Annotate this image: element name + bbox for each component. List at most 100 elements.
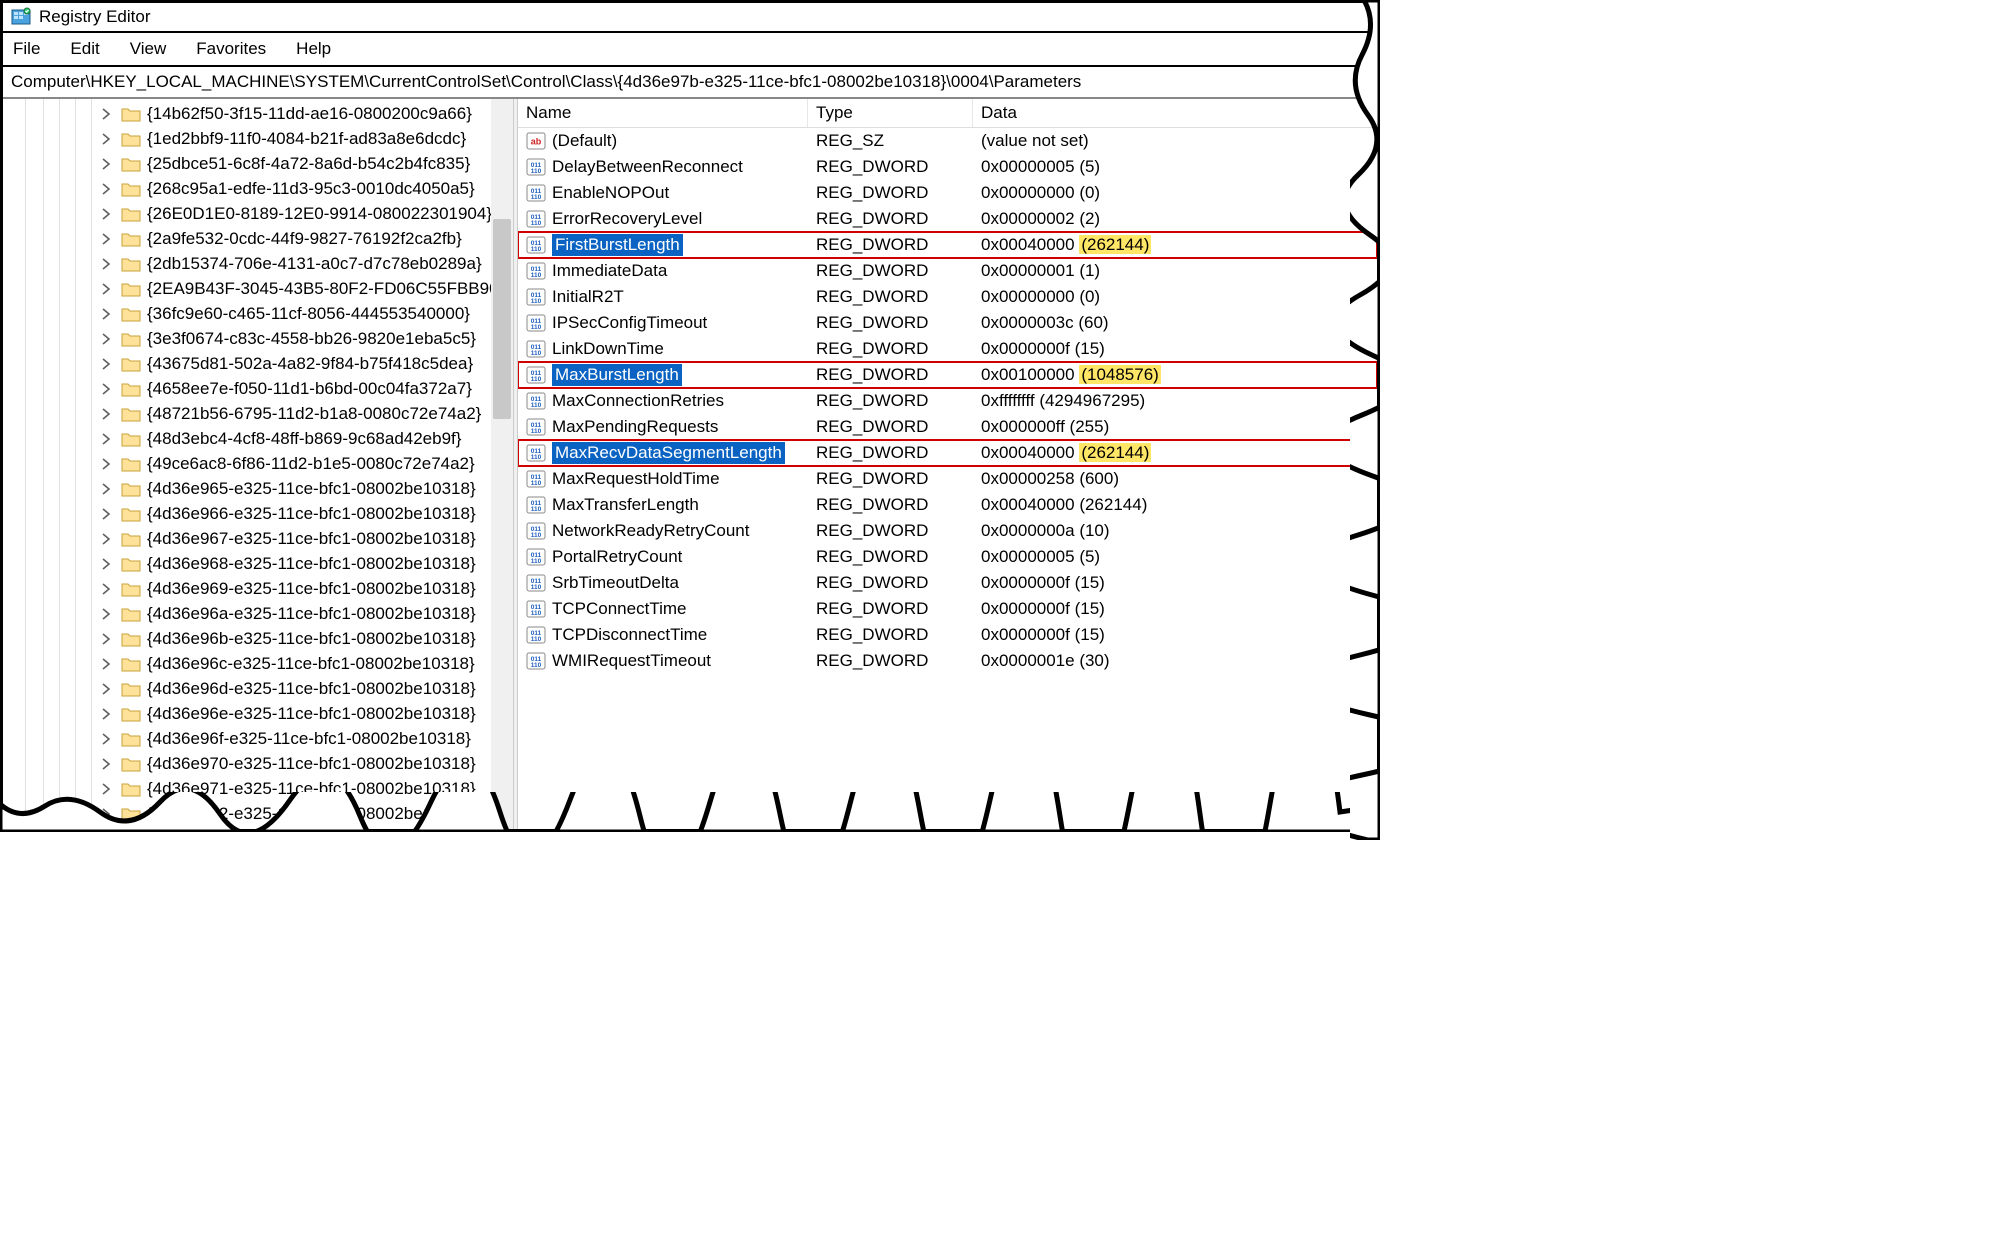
value-row[interactable]: EnableNOPOutREG_DWORD0x00000000 (0) bbox=[518, 180, 1377, 206]
tree-item[interactable]: {4d36e96a-e325-11ce-bfc1-08002be10318} bbox=[3, 601, 513, 626]
tree-item[interactable]: {4d36e96e-e325-11ce-bfc1-08002be10318} bbox=[3, 701, 513, 726]
chevron-right-icon[interactable] bbox=[99, 107, 113, 121]
tree-item-label: {3e3f0674-c83c-4558-bb26-9820e1eba5c5} bbox=[147, 329, 476, 349]
value-type: REG_DWORD bbox=[808, 337, 973, 361]
chevron-right-icon[interactable] bbox=[99, 707, 113, 721]
value-data: 0x00040000 (262144) bbox=[973, 441, 1377, 465]
value-row[interactable]: MaxRequestHoldTimeREG_DWORD0x00000258 (6… bbox=[518, 466, 1377, 492]
chevron-right-icon[interactable] bbox=[99, 657, 113, 671]
chevron-right-icon[interactable] bbox=[99, 807, 113, 821]
chevron-right-icon[interactable] bbox=[99, 182, 113, 196]
value-row[interactable]: ImmediateDataREG_DWORD0x00000001 (1) bbox=[518, 258, 1377, 284]
menu-edit[interactable]: Edit bbox=[66, 37, 103, 61]
menu-view[interactable]: View bbox=[126, 37, 171, 61]
tree-item[interactable]: {4d36e966-e325-11ce-bfc1-08002be10318} bbox=[3, 501, 513, 526]
chevron-right-icon[interactable] bbox=[99, 132, 113, 146]
chevron-right-icon[interactable] bbox=[99, 232, 113, 246]
tree-item[interactable]: {4d36e969-e325-11ce-bfc1-08002be10318} bbox=[3, 576, 513, 601]
tree-item[interactable]: {25dbce51-6c8f-4a72-8a6d-b54c2b4fc835} bbox=[3, 151, 513, 176]
chevron-right-icon[interactable] bbox=[99, 532, 113, 546]
chevron-right-icon[interactable] bbox=[99, 307, 113, 321]
value-row[interactable]: ErrorRecoveryLevelREG_DWORD0x00000002 (2… bbox=[518, 206, 1377, 232]
chevron-right-icon[interactable] bbox=[99, 732, 113, 746]
menu-file[interactable]: File bbox=[9, 37, 44, 61]
value-row[interactable]: MaxTransferLengthREG_DWORD0x00040000 (26… bbox=[518, 492, 1377, 518]
value-row[interactable]: InitialR2TREG_DWORD0x00000000 (0) bbox=[518, 284, 1377, 310]
tree-item[interactable]: {4d36e970-e325-11ce-bfc1-08002be10318} bbox=[3, 751, 513, 776]
tree-item[interactable]: {2EA9B43F-3045-43B5-80F2-FD06C55FBB90} bbox=[3, 276, 513, 301]
tree-item[interactable]: {4658ee7e-f050-11d1-b6bd-00c04fa372a7} bbox=[3, 376, 513, 401]
value-row[interactable]: WMIRequestTimeoutREG_DWORD0x0000001e (30… bbox=[518, 648, 1377, 674]
chevron-right-icon[interactable] bbox=[99, 257, 113, 271]
tree-scrollbar[interactable] bbox=[491, 99, 513, 829]
menu-favorites[interactable]: Favorites bbox=[192, 37, 270, 61]
chevron-right-icon[interactable] bbox=[99, 632, 113, 646]
value-row[interactable]: LinkDownTimeREG_DWORD0x0000000f (15) bbox=[518, 336, 1377, 362]
menu-help[interactable]: Help bbox=[292, 37, 335, 61]
chevron-right-icon[interactable] bbox=[99, 432, 113, 446]
value-row[interactable]: MaxRecvDataSegmentLengthREG_DWORD0x00040… bbox=[518, 440, 1377, 466]
tree-item[interactable]: {48d3ebc4-4cf8-48ff-b869-9c68ad42eb9f} bbox=[3, 426, 513, 451]
chevron-right-icon[interactable] bbox=[99, 757, 113, 771]
chevron-right-icon[interactable] bbox=[99, 582, 113, 596]
chevron-right-icon[interactable] bbox=[99, 357, 113, 371]
tree-item[interactable]: {48721b56-6795-11d2-b1a8-0080c72e74a2} bbox=[3, 401, 513, 426]
value-row[interactable]: MaxPendingRequestsREG_DWORD0x000000ff (2… bbox=[518, 414, 1377, 440]
value-row[interactable]: SrbTimeoutDeltaREG_DWORD0x0000000f (15) bbox=[518, 570, 1377, 596]
column-type[interactable]: Type bbox=[808, 99, 973, 127]
tree-item[interactable]: {36fc9e60-c465-11cf-8056-444553540000} bbox=[3, 301, 513, 326]
value-row[interactable]: MaxConnectionRetriesREG_DWORD0xffffffff … bbox=[518, 388, 1377, 414]
column-name[interactable]: Name bbox=[518, 99, 808, 127]
tree-item[interactable]: {4d36e96c-e325-11ce-bfc1-08002be10318} bbox=[3, 651, 513, 676]
chevron-right-icon[interactable] bbox=[99, 682, 113, 696]
value-row[interactable]: PortalRetryCountREG_DWORD0x00000005 (5) bbox=[518, 544, 1377, 570]
value-row[interactable]: TCPDisconnectTimeREG_DWORD0x0000000f (15… bbox=[518, 622, 1377, 648]
values-pane[interactable]: Name Type Data (Default)REG_SZ(value not… bbox=[518, 99, 1377, 829]
tree-item[interactable]: {49ce6ac8-6f86-11d2-b1e5-0080c72e74a2} bbox=[3, 451, 513, 476]
tree-item[interactable]: {4d36e972-e325-11ce-bfc1-08002be10318} bbox=[3, 801, 513, 826]
tree-item[interactable]: {1ed2bbf9-11f0-4084-b21f-ad83a8e6dcdc} bbox=[3, 126, 513, 151]
tree-item[interactable]: {14b62f50-3f15-11dd-ae16-0800200c9a66} bbox=[3, 101, 513, 126]
column-data[interactable]: Data bbox=[973, 99, 1377, 127]
tree-item[interactable]: {4d36e968-e325-11ce-bfc1-08002be10318} bbox=[3, 551, 513, 576]
tree-item[interactable]: {268c95a1-edfe-11d3-95c3-0010dc4050a5} bbox=[3, 176, 513, 201]
tree-item[interactable]: {26E0D1E0-8189-12E0-9914-080022301904} bbox=[3, 201, 513, 226]
chevron-right-icon[interactable] bbox=[99, 207, 113, 221]
chevron-right-icon[interactable] bbox=[99, 482, 113, 496]
chevron-right-icon[interactable] bbox=[99, 557, 113, 571]
address-bar[interactable]: Computer\HKEY_LOCAL_MACHINE\SYSTEM\Curre… bbox=[3, 67, 1377, 99]
value-name: MaxTransferLength bbox=[552, 495, 699, 515]
chevron-right-icon[interactable] bbox=[99, 282, 113, 296]
tree-item[interactable]: {4d36e96f-e325-11ce-bfc1-08002be10318} bbox=[3, 726, 513, 751]
chevron-right-icon[interactable] bbox=[99, 607, 113, 621]
value-row[interactable]: TCPConnectTimeREG_DWORD0x0000000f (15) bbox=[518, 596, 1377, 622]
tree-item-label: {14b62f50-3f15-11dd-ae16-0800200c9a66} bbox=[147, 104, 472, 124]
value-row[interactable]: NetworkReadyRetryCountREG_DWORD0x0000000… bbox=[518, 518, 1377, 544]
tree-item[interactable]: {2a9fe532-0cdc-44f9-9827-76192f2ca2fb} bbox=[3, 226, 513, 251]
tree-item[interactable]: {2db15374-706e-4131-a0c7-d7c78eb0289a} bbox=[3, 251, 513, 276]
tree-item-label: {4d36e96b-e325-11ce-bfc1-08002be10318} bbox=[147, 629, 476, 649]
value-data-text: 0x00000005 (5) bbox=[981, 547, 1100, 566]
chevron-right-icon[interactable] bbox=[99, 157, 113, 171]
chevron-right-icon[interactable] bbox=[99, 507, 113, 521]
chevron-right-icon[interactable] bbox=[99, 332, 113, 346]
tree-pane[interactable]: {14b62f50-3f15-11dd-ae16-0800200c9a66}{1… bbox=[3, 99, 513, 829]
tree-item[interactable]: {4d36e965-e325-11ce-bfc1-08002be10318} bbox=[3, 476, 513, 501]
tree-item[interactable]: {4d36e96d-e325-11ce-bfc1-08002be10318} bbox=[3, 676, 513, 701]
chevron-right-icon[interactable] bbox=[99, 457, 113, 471]
chevron-right-icon[interactable] bbox=[99, 782, 113, 796]
chevron-right-icon[interactable] bbox=[99, 407, 113, 421]
chevron-right-icon[interactable] bbox=[99, 382, 113, 396]
value-data: 0x00000258 (600) bbox=[973, 467, 1377, 491]
value-row[interactable]: FirstBurstLengthREG_DWORD0x00040000 (262… bbox=[518, 232, 1377, 258]
scrollbar-thumb[interactable] bbox=[493, 219, 511, 419]
tree-item[interactable]: {4d36e967-e325-11ce-bfc1-08002be10318} bbox=[3, 526, 513, 551]
tree-item[interactable]: {3e3f0674-c83c-4558-bb26-9820e1eba5c5} bbox=[3, 326, 513, 351]
tree-item[interactable]: {4d36e971-e325-11ce-bfc1-08002be10318} bbox=[3, 776, 513, 801]
tree-item[interactable]: {43675d81-502a-4a82-9f84-b75f418c5dea} bbox=[3, 351, 513, 376]
value-row[interactable]: MaxBurstLengthREG_DWORD0x00100000 (10485… bbox=[518, 362, 1377, 388]
value-row[interactable]: (Default)REG_SZ(value not set) bbox=[518, 128, 1377, 154]
value-row[interactable]: IPSecConfigTimeoutREG_DWORD0x0000003c (6… bbox=[518, 310, 1377, 336]
tree-item[interactable]: {4d36e96b-e325-11ce-bfc1-08002be10318} bbox=[3, 626, 513, 651]
value-row[interactable]: DelayBetweenReconnectREG_DWORD0x00000005… bbox=[518, 154, 1377, 180]
